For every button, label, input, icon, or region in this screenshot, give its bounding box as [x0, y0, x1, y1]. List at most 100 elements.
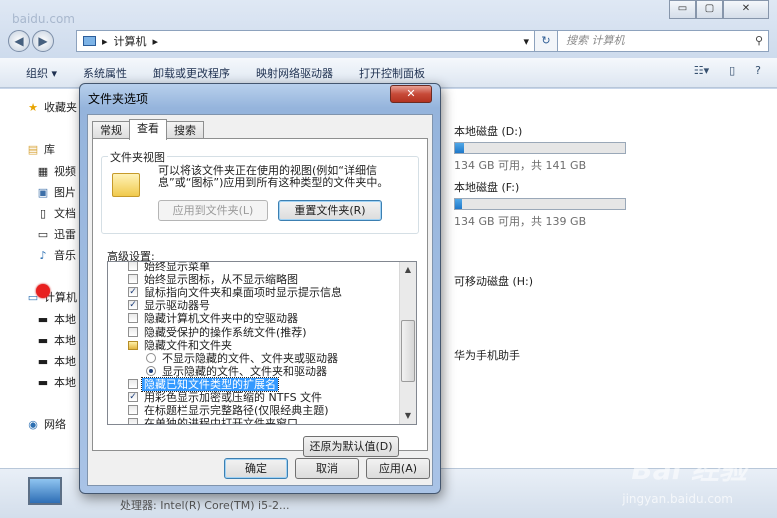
- drive-usage-fill: [455, 199, 462, 209]
- reset-folders-button[interactable]: 重置文件夹(R): [278, 200, 382, 221]
- search-placeholder: 搜索 计算机: [566, 34, 625, 47]
- drive-name: 本地磁盘 (F:): [454, 181, 520, 194]
- nav-label: 文档: [54, 207, 76, 220]
- drive-icon: ▬: [37, 313, 49, 326]
- dialog-close-button[interactable]: ✕: [390, 85, 432, 103]
- nav-label: 库: [44, 143, 55, 156]
- nav-local-disk-4[interactable]: ▬ 本地: [36, 374, 76, 390]
- thunder-icon: ▭: [37, 228, 49, 241]
- setting-row[interactable]: 隐藏已知文件类型的扩展名: [108, 376, 394, 392]
- setting-row[interactable]: 在标题栏显示完整路径(仅限经典主题): [108, 404, 394, 417]
- setting-checkbox[interactable]: ✓: [128, 287, 138, 298]
- video-icon: ▦: [37, 165, 49, 178]
- drive-d[interactable]: 本地磁盘 (D:) 134 GB 可用，共 141 GB: [454, 123, 626, 173]
- ok-button[interactable]: 确定: [224, 458, 288, 479]
- forward-button[interactable]: ▶: [32, 30, 54, 52]
- nav-label: 视频: [54, 165, 76, 178]
- drive-usage-bar: [454, 198, 626, 210]
- organize-button[interactable]: 组织 ▾: [26, 65, 57, 81]
- nav-favorites[interactable]: ★ 收藏夹: [26, 99, 77, 115]
- setting-label: 用彩色显示加密或压缩的 NTFS 文件: [144, 391, 323, 404]
- nav-label: 本地: [54, 334, 76, 347]
- settings-scrollbar[interactable]: ▲ ▼: [399, 262, 416, 424]
- dialog-title: 文件夹选项: [88, 92, 149, 106]
- setting-row[interactable]: 不显示隐藏的文件、文件夹或驱动器: [108, 352, 394, 365]
- setting-row[interactable]: 在单独的进程中打开文件夹窗口: [108, 417, 394, 424]
- setting-checkbox[interactable]: [128, 378, 138, 389]
- setting-label: 始终显示菜单: [144, 261, 210, 273]
- nav-pictures[interactable]: ▣ 图片: [36, 184, 76, 200]
- drive-icon: ▬: [37, 355, 49, 368]
- setting-row[interactable]: 始终显示菜单: [108, 261, 394, 273]
- scroll-down-icon[interactable]: ▼: [400, 408, 416, 424]
- minimize-button[interactable]: ▭: [669, 0, 696, 19]
- setting-radio[interactable]: [146, 352, 156, 363]
- uninstall-button[interactable]: 卸载或更改程序: [153, 65, 230, 81]
- map-network-drive-button[interactable]: 映射网络驱动器: [256, 65, 333, 81]
- setting-checkbox[interactable]: [128, 262, 138, 271]
- nav-local-disk-3[interactable]: ▬ 本地: [36, 353, 76, 369]
- watermark-logo: Bai 经验: [631, 453, 747, 486]
- refresh-button[interactable]: ↻: [534, 30, 558, 52]
- advanced-settings-list[interactable]: 在单独的进程中打开文件夹窗口 在标题栏显示完整路径(仅限经典主题) ✓ 用彩色显示加密…: [107, 261, 417, 425]
- nav-network[interactable]: ◉ 网络: [26, 416, 66, 432]
- open-control-panel-button[interactable]: 打开控制面板: [359, 65, 425, 81]
- nav-label: 本地: [54, 376, 76, 389]
- setting-checkbox[interactable]: ✓: [128, 392, 138, 402]
- setting-checkbox[interactable]: [128, 405, 138, 416]
- address-bar[interactable]: ▸ 计算机 ▸ ▾: [76, 30, 536, 52]
- nav-documents[interactable]: ▯ 文档: [36, 205, 76, 221]
- nav-label: 迅雷: [54, 228, 76, 241]
- close-window-button[interactable]: ✕: [723, 0, 769, 19]
- nav-label: 本地: [54, 355, 76, 368]
- maximize-button[interactable]: ▢: [696, 0, 723, 19]
- drive-f[interactable]: 本地磁盘 (F:) 134 GB 可用，共 139 GB: [454, 179, 626, 229]
- tab-general[interactable]: 常规: [92, 121, 130, 139]
- nav-library[interactable]: ▤ 库: [26, 141, 55, 157]
- setting-row[interactable]: 始终显示图标，从不显示缩略图: [108, 273, 394, 286]
- cancel-button[interactable]: 取消: [295, 458, 359, 479]
- setting-row[interactable]: ✓ 用彩色显示加密或压缩的 NTFS 文件: [108, 391, 394, 404]
- watermark-url: jingyan.baidu.com: [622, 492, 733, 506]
- view-options-icon[interactable]: ☷▾: [694, 64, 709, 77]
- scroll-thumb[interactable]: [401, 320, 415, 382]
- apply-to-folders-button[interactable]: 应用到文件夹(L): [158, 200, 268, 221]
- scroll-up-icon[interactable]: ▲: [400, 262, 416, 278]
- chevron-down-icon[interactable]: ▾: [523, 35, 529, 48]
- setting-checkbox[interactable]: [128, 326, 138, 337]
- search-input[interactable]: 搜索 计算机 ⚲: [557, 30, 769, 52]
- tab-view[interactable]: 查看: [129, 119, 167, 140]
- setting-checkbox[interactable]: [128, 313, 138, 324]
- tab-search[interactable]: 搜索: [166, 121, 204, 139]
- apply-button[interactable]: 应用(A): [366, 458, 430, 479]
- setting-label: 始终显示图标，从不显示缩略图: [144, 273, 298, 287]
- setting-row[interactable]: 显示隐藏的文件、文件夹和驱动器: [108, 365, 394, 378]
- drive-h[interactable]: 可移动磁盘 (H:): [454, 273, 533, 289]
- setting-row[interactable]: 隐藏计算机文件夹中的空驱动器: [108, 312, 394, 325]
- nav-computer[interactable]: ▭ 计算机: [26, 289, 77, 305]
- tab-strip: 常规 查看 搜索: [92, 119, 204, 140]
- nav-videos[interactable]: ▦ 视频: [36, 163, 76, 179]
- nav-local-disk-2[interactable]: ▬ 本地: [36, 332, 76, 348]
- system-properties-button[interactable]: 系统属性: [83, 65, 127, 81]
- setting-radio[interactable]: [146, 365, 156, 376]
- huawei-phone-assistant[interactable]: 华为手机助手: [454, 347, 520, 363]
- preview-pane-icon[interactable]: ▯: [729, 64, 735, 77]
- setting-row[interactable]: ✓ 显示驱动器号: [108, 299, 394, 312]
- setting-checkbox[interactable]: ✓: [128, 300, 138, 311]
- nav-music[interactable]: ♪ 音乐: [36, 247, 76, 263]
- nav-thunder[interactable]: ▭ 迅雷: [36, 226, 76, 242]
- setting-row[interactable]: 隐藏受保护的操作系统文件(推荐): [108, 326, 394, 339]
- help-icon[interactable]: ?: [755, 64, 761, 77]
- computer-icon: [83, 36, 96, 46]
- address-separator: ▸: [102, 34, 108, 48]
- setting-checkbox[interactable]: [128, 274, 138, 285]
- nav-local-disk-1[interactable]: ▬ 本地: [36, 311, 76, 327]
- search-icon[interactable]: ⚲: [755, 31, 763, 51]
- setting-checkbox[interactable]: [128, 418, 138, 424]
- restore-defaults-button[interactable]: 还原为默认值(D): [303, 436, 399, 457]
- computer-monitor-icon: [28, 477, 62, 505]
- setting-row[interactable]: ✓ 鼠标指向文件夹和桌面项时显示提示信息: [108, 286, 394, 299]
- setting-row[interactable]: 隐藏文件和文件夹: [108, 339, 394, 352]
- back-button[interactable]: ◀: [8, 30, 30, 52]
